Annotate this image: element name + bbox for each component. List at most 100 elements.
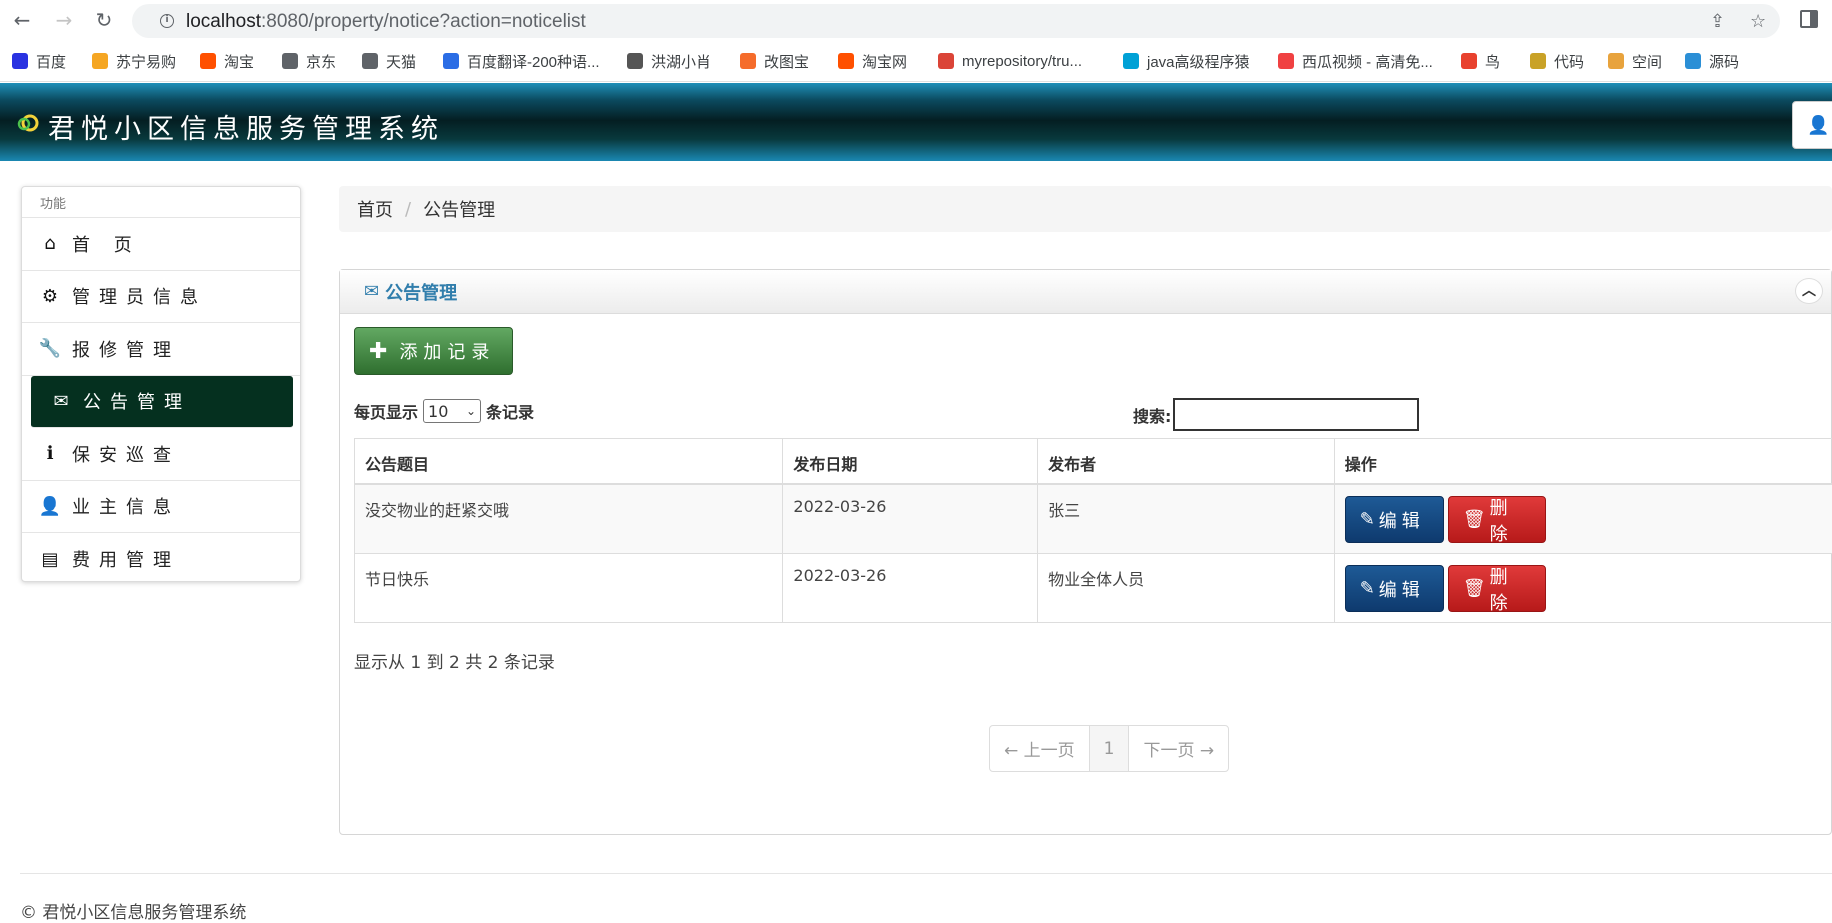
bookmark-label: 百度翻译-200种语... xyxy=(467,53,600,71)
address-bar[interactable]: i localhost:8080/property/notice?action=… xyxy=(132,4,1780,38)
user-icon: 👤 xyxy=(38,495,62,517)
sidebar-item[interactable]: ✉ 公告管理 xyxy=(31,375,293,428)
trash-icon: 🗑 xyxy=(1462,509,1486,530)
sidebar-item[interactable]: 🔧 报修管理 xyxy=(22,323,300,376)
bookmark-item[interactable]: 代码 xyxy=(1530,50,1584,72)
breadcrumb-separator: / xyxy=(405,198,412,220)
prev-page-button[interactable]: ← 上一页 xyxy=(990,726,1090,771)
actions-cell: ✎ 编辑 🗑 删除 xyxy=(1335,554,1832,622)
url-text[interactable]: localhost:8080/property/notice?action=no… xyxy=(186,11,586,33)
user-menu-button[interactable]: 👤 xyxy=(1792,101,1832,149)
notice-panel: ✉ 公告管理 ︿ ✚ 添加记录 每页显示 10 ⌄ 条记录 搜索: 公告题目 发… xyxy=(339,269,1832,835)
page-length-value: 10 xyxy=(428,401,449,421)
suning-icon xyxy=(92,53,108,69)
breadcrumb-home-link[interactable]: 首页 xyxy=(357,196,393,222)
bookmark-item[interactable]: 天猫 xyxy=(362,50,416,72)
bookmark-item[interactable]: 淘宝 xyxy=(200,50,254,72)
notice-title-cell: 没交物业的赶紧交哦 xyxy=(355,485,784,553)
bookmark-label: 改图宝 xyxy=(764,53,810,71)
delete-button[interactable]: 🗑 删除 xyxy=(1447,496,1546,545)
bookmark-label: 淘宝网 xyxy=(862,53,908,71)
bookmark-item[interactable]: java高级程序猿 xyxy=(1123,50,1250,72)
length-prefix: 每页显示 xyxy=(354,403,419,422)
info-icon: ℹ xyxy=(46,443,54,465)
column-header-publisher[interactable]: 发布者 xyxy=(1038,439,1335,483)
page-length-select[interactable]: 10 ⌄ xyxy=(423,399,482,423)
bookmark-label: java高级程序猿 xyxy=(1147,53,1250,71)
list-icon: ▤ xyxy=(41,548,59,570)
edit-label: 编辑 xyxy=(1378,579,1425,601)
bookmark-item[interactable]: 百度 xyxy=(12,50,66,72)
xigua-icon xyxy=(1278,53,1294,69)
sidebar-heading: 功能 xyxy=(22,187,300,218)
column-header-title[interactable]: 公告题目 xyxy=(355,439,784,483)
star-icon[interactable]: ☆ xyxy=(1750,11,1766,32)
bookmark-item[interactable]: 改图宝 xyxy=(740,50,809,72)
taobao-icon xyxy=(200,53,216,69)
bird-icon xyxy=(1461,53,1477,69)
add-record-button[interactable]: ✚ 添加记录 xyxy=(354,327,513,375)
bookmark-item[interactable]: 西瓜视频 - 高清免... xyxy=(1278,50,1433,72)
bookmark-item[interactable]: 苏宁易购 xyxy=(92,50,176,72)
forward-arrow-icon[interactable]: → xyxy=(50,8,78,32)
next-page-button[interactable]: 下一页 → xyxy=(1129,726,1228,771)
qzone-icon xyxy=(1608,53,1624,69)
page-1-button[interactable]: 1 xyxy=(1089,726,1130,771)
gaitubao-icon xyxy=(740,53,756,69)
bookmark-item[interactable]: 源码 xyxy=(1685,50,1739,72)
fish-icon xyxy=(1685,53,1701,69)
bookmark-label: 天猫 xyxy=(386,53,417,71)
delete-button[interactable]: 🗑 删除 xyxy=(1447,565,1546,614)
sidebar-item-label: 公告管理 xyxy=(83,392,191,414)
sidebar-item-label: 业主信息 xyxy=(72,497,180,519)
pagination: ← 上一页 1 下一页 → xyxy=(989,725,1230,772)
sidebar-item-label: 费用管理 xyxy=(72,550,180,572)
home-icon: ⌂ xyxy=(44,233,56,255)
bookmark-item[interactable]: 空间 xyxy=(1608,50,1662,72)
plus-icon: ✚ xyxy=(369,338,388,364)
app-title: 君悦小区信息服务管理系统 xyxy=(48,114,444,145)
sidebar-item[interactable]: ⌂ 首 页 xyxy=(22,218,300,271)
bookmark-item[interactable]: myrepository/tru... xyxy=(938,50,1082,72)
bookmarks-bar: 百度 苏宁易购 淘宝 京东 天猫 百度翻译-200种语... 洪湖小肖 改图宝 淘宝网 myrep… xyxy=(0,40,1832,82)
edit-button[interactable]: ✎ 编辑 xyxy=(1344,496,1444,543)
bookmark-item[interactable]: 洪湖小肖 xyxy=(627,50,711,72)
length-suffix: 条记录 xyxy=(486,403,535,422)
search-label: 搜索: xyxy=(1133,406,1172,426)
edit-icon: ✎ xyxy=(1359,578,1375,599)
sidebar-item[interactable]: ▤ 费用管理 xyxy=(22,533,300,586)
footer-divider xyxy=(20,873,1832,874)
search-control: 搜索: xyxy=(1133,398,1420,431)
back-arrow-icon[interactable]: ← xyxy=(8,8,36,32)
column-header-date[interactable]: 发布日期 xyxy=(783,439,1039,483)
sidebar-item[interactable]: 👤 业主信息 xyxy=(22,481,300,533)
bookmark-item[interactable]: 鸟 xyxy=(1461,50,1500,72)
add-record-label: 添加记录 xyxy=(399,342,496,363)
sidebar-item[interactable]: ℹ 保安巡查 xyxy=(22,428,300,481)
gear-icon: ⚙ xyxy=(41,285,59,307)
bird-icon xyxy=(627,53,643,69)
reload-icon[interactable]: ↻ xyxy=(90,8,118,32)
search-input[interactable] xyxy=(1173,398,1420,431)
collapse-button[interactable]: ︿ xyxy=(1795,278,1823,304)
notice-publisher-cell: 物业全体人员 xyxy=(1038,554,1335,622)
globe-icon xyxy=(362,53,378,69)
notice-date-cell: 2022-03-26 xyxy=(783,554,1039,622)
bookmark-label: 洪湖小肖 xyxy=(651,53,712,71)
sidebar-item[interactable]: ⚙ 管理员信息 xyxy=(22,271,300,323)
site-info-icon[interactable]: i xyxy=(160,14,174,28)
bookmark-item[interactable]: 京东 xyxy=(282,50,336,72)
panel-header: ✉ 公告管理 xyxy=(340,270,1831,314)
actions-cell: ✎ 编辑 🗑 删除 xyxy=(1335,485,1832,553)
notice-date-cell: 2022-03-26 xyxy=(783,485,1039,553)
bookmark-item[interactable]: 百度翻译-200种语... xyxy=(443,50,600,72)
bookmark-item[interactable]: 淘宝网 xyxy=(838,50,907,72)
app-header: 君悦小区信息服务管理系统 👤 xyxy=(0,83,1832,161)
baidu-icon xyxy=(12,53,28,69)
notice-table: 公告题目 发布日期 发布者 操作 没交物业的赶紧交哦 2022-03-26 张三 ✎ 编… xyxy=(354,438,1832,623)
envelope-icon: ✉ xyxy=(53,390,69,412)
edit-button[interactable]: ✎ 编辑 xyxy=(1344,565,1444,612)
column-header-actions: 操作 xyxy=(1344,455,1377,474)
side-panel-icon[interactable] xyxy=(1800,10,1818,28)
share-icon[interactable]: ⇪ xyxy=(1710,11,1725,32)
